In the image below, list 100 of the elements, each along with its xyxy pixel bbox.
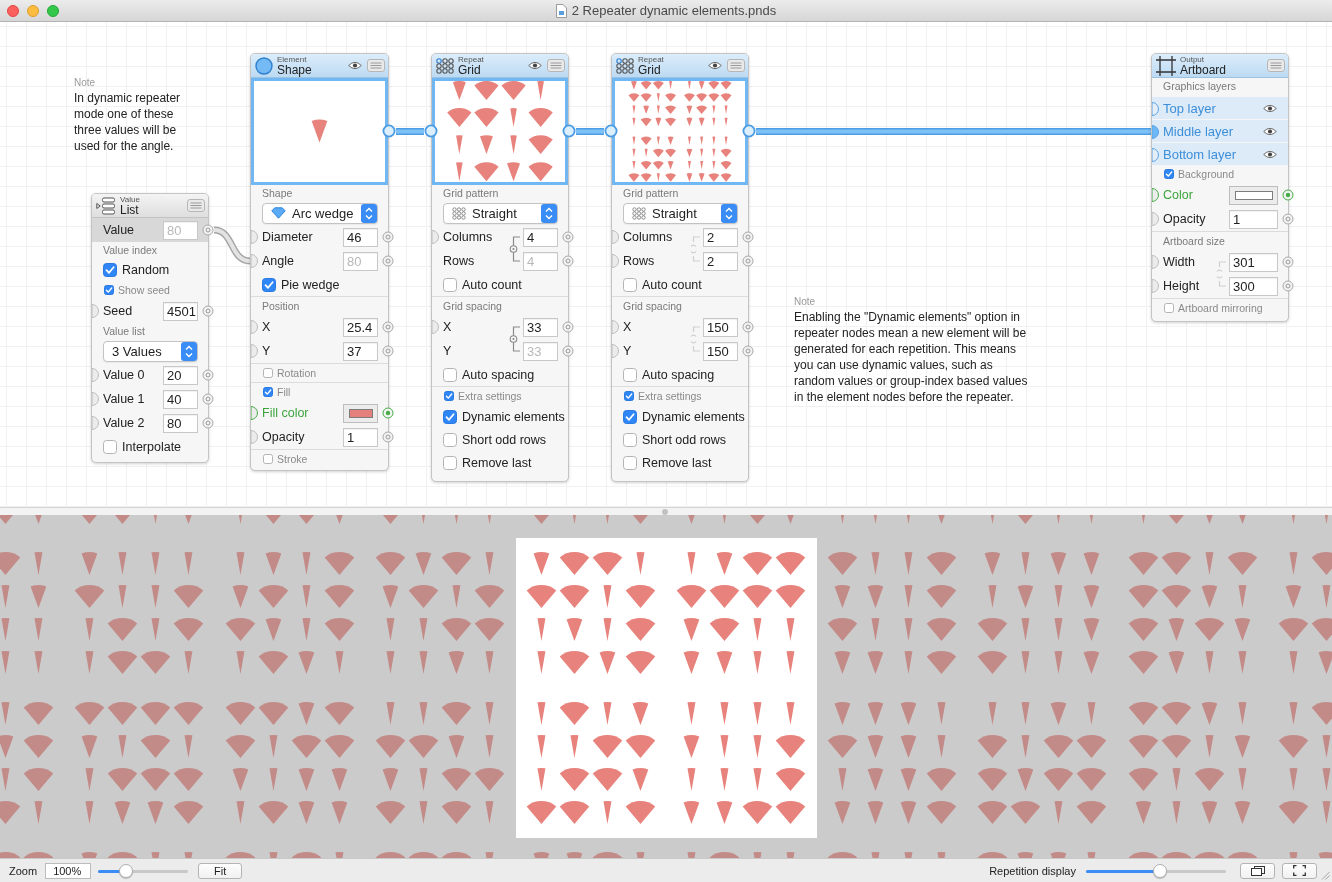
checkbox[interactable] xyxy=(623,432,637,447)
input-port-icon[interactable] xyxy=(432,320,439,334)
input-port-icon[interactable] xyxy=(612,254,619,268)
number-field[interactable]: 150 xyxy=(703,341,738,361)
input-port-icon[interactable] xyxy=(92,304,99,318)
checkbox[interactable] xyxy=(623,367,637,382)
output-port-icon[interactable] xyxy=(202,224,214,236)
number-field[interactable]: 40 xyxy=(163,389,198,409)
close-icon[interactable] xyxy=(7,5,19,17)
number-field[interactable]: 4501 xyxy=(163,301,198,321)
input-port-icon[interactable] xyxy=(612,320,619,334)
number-field[interactable]: 150 xyxy=(703,317,738,337)
node-header[interactable]: Repeat Grid xyxy=(612,54,748,78)
splitter-bar[interactable] xyxy=(0,507,1332,515)
number-field[interactable]: 1 xyxy=(1229,209,1278,229)
output-port-icon[interactable] xyxy=(382,345,394,357)
input-port-icon[interactable] xyxy=(1152,188,1159,202)
color-well[interactable] xyxy=(1229,185,1278,205)
output-port-icon[interactable] xyxy=(202,305,214,317)
node-header[interactable]: Element Shape xyxy=(251,54,388,78)
number-field[interactable]: 301 xyxy=(1229,252,1278,272)
output-port-icon[interactable] xyxy=(382,124,396,138)
checkbox[interactable] xyxy=(443,455,457,470)
dropdown[interactable]: Straight xyxy=(443,202,558,224)
menu-icon[interactable] xyxy=(187,199,205,212)
output-port-icon[interactable] xyxy=(742,231,754,243)
output-port-icon[interactable] xyxy=(382,407,394,419)
input-port-icon[interactable] xyxy=(1152,255,1159,269)
resize-grip-icon[interactable] xyxy=(1321,871,1330,880)
checkbox[interactable] xyxy=(263,387,273,397)
eye-icon[interactable] xyxy=(1263,149,1277,159)
checkbox[interactable] xyxy=(443,367,457,382)
checkbox[interactable] xyxy=(262,277,276,292)
output-port-icon[interactable] xyxy=(202,369,214,381)
checkbox[interactable] xyxy=(623,409,637,424)
checkbox[interactable] xyxy=(623,455,637,470)
node-header[interactable]: Repeat Grid xyxy=(432,54,568,78)
color-well[interactable] xyxy=(343,403,378,423)
number-field[interactable]: 2 xyxy=(703,251,738,271)
minimize-icon[interactable] xyxy=(27,5,39,17)
checkbox[interactable] xyxy=(443,432,457,447)
checkbox[interactable] xyxy=(443,277,457,292)
menu-icon[interactable] xyxy=(367,59,385,72)
broken-link-icon[interactable] xyxy=(689,236,700,262)
input-port-icon[interactable] xyxy=(251,254,258,268)
input-port-icon[interactable] xyxy=(92,416,99,430)
output-port-icon[interactable] xyxy=(562,345,574,357)
eye-icon[interactable] xyxy=(1263,126,1277,136)
checkbox[interactable] xyxy=(263,454,273,464)
zoom-icon[interactable] xyxy=(47,5,59,17)
output-port-icon[interactable] xyxy=(742,255,754,267)
output-port-icon[interactable] xyxy=(382,231,394,243)
input-port-icon[interactable] xyxy=(92,392,99,406)
eye-icon[interactable] xyxy=(348,61,362,70)
number-field[interactable]: 37 xyxy=(343,341,378,361)
input-port-icon[interactable] xyxy=(1152,125,1159,139)
number-field[interactable]: 4 xyxy=(523,227,558,247)
input-port-icon[interactable] xyxy=(1152,148,1159,162)
input-port-icon[interactable] xyxy=(251,430,258,444)
broken-link-icon[interactable] xyxy=(689,326,700,352)
input-port-icon[interactable] xyxy=(612,344,619,358)
output-port-icon[interactable] xyxy=(562,321,574,333)
link-bracket-icon[interactable] xyxy=(509,236,520,262)
output-port-icon[interactable] xyxy=(742,321,754,333)
zoom-slider[interactable] xyxy=(98,863,189,878)
input-port-icon[interactable] xyxy=(92,368,99,382)
repetition-slider[interactable] xyxy=(1086,863,1226,878)
checkbox[interactable] xyxy=(103,262,117,277)
eye-icon[interactable] xyxy=(528,61,542,70)
input-port-icon[interactable] xyxy=(1152,212,1159,226)
number-field[interactable]: 2 xyxy=(703,227,738,247)
checkbox[interactable] xyxy=(623,277,637,292)
number-field[interactable]: 46 xyxy=(343,227,378,247)
input-port-icon[interactable] xyxy=(251,320,258,334)
node-header[interactable]: Value List xyxy=(92,194,208,218)
menu-icon[interactable] xyxy=(547,59,565,72)
input-port-icon[interactable] xyxy=(612,230,619,244)
menu-icon[interactable] xyxy=(727,59,745,72)
splitter-handle-icon[interactable] xyxy=(662,508,668,515)
output-port-icon[interactable] xyxy=(562,124,576,138)
output-port-icon[interactable] xyxy=(382,255,394,267)
output-port-icon[interactable] xyxy=(202,393,214,405)
input-port-icon[interactable] xyxy=(1152,279,1159,293)
fullscreen-button[interactable] xyxy=(1282,862,1317,879)
checkbox[interactable] xyxy=(443,409,457,424)
input-port-icon[interactable] xyxy=(432,230,439,244)
fit-button[interactable]: Fit xyxy=(198,862,243,879)
output-port-icon[interactable] xyxy=(382,431,394,443)
dropdown[interactable]: Arc wedge xyxy=(262,202,378,224)
checkbox[interactable] xyxy=(103,439,117,454)
dropdown[interactable]: 3 Values xyxy=(103,340,198,362)
number-field[interactable]: 25.4 xyxy=(343,317,378,337)
output-port-icon[interactable] xyxy=(202,417,214,429)
menu-icon[interactable] xyxy=(1267,59,1285,72)
eye-icon[interactable] xyxy=(708,61,722,70)
output-port-icon[interactable] xyxy=(382,321,394,333)
output-port-icon[interactable] xyxy=(742,345,754,357)
output-port-icon[interactable] xyxy=(1282,256,1294,268)
number-field[interactable]: 80 xyxy=(163,413,198,433)
output-port-icon[interactable] xyxy=(742,124,756,138)
